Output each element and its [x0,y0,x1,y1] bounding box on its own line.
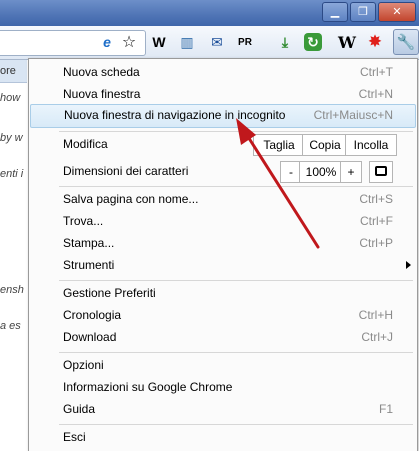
menu-item-history[interactable]: Cronologia Ctrl+H [29,304,417,326]
menu-separator [59,352,413,353]
menu-item-shortcut: Ctrl+F [360,214,393,228]
page-snippet: ensh [0,284,24,296]
menu-item-shortcut: Ctrl+T [360,65,393,79]
refresh-icon[interactable]: ↻ [304,33,322,51]
gmail-icon[interactable]: ✉ [206,31,228,53]
menu-item-label: Nuova finestra di navigazione in incogni… [64,108,286,122]
page-snippet: how [0,92,21,104]
chrome-wrench-menu: Nuova scheda Ctrl+T Nuova finestra Ctrl+… [28,58,418,451]
menu-item-shortcut: Ctrl+H [358,308,393,322]
zoom-level: 100% [299,161,343,183]
browser-toolbar: e ☆ W ▥ ✉ PR ⤓ ↻ W ✸ 🔧 [0,26,419,60]
page-snippet: a es [0,320,21,332]
menu-item-label: Stampa... [63,236,115,250]
menu-item-label: Download [63,330,117,344]
menu-item-incognito[interactable]: Nuova finestra di navigazione in incogni… [30,104,416,128]
menu-item-about[interactable]: Informazioni su Google Chrome [29,376,417,398]
menu-item-shortcut: Ctrl+P [359,236,393,250]
menu-item-new-window[interactable]: Nuova finestra Ctrl+N [29,83,417,105]
pagerank-icon[interactable]: PR [234,31,256,53]
menu-item-find[interactable]: Trova... Ctrl+F [29,210,417,232]
menu-separator [59,280,413,281]
menu-item-edit: Modifica Taglia Copia Incolla [29,133,417,156]
notes-icon[interactable]: ▥ [176,31,198,53]
paste-button[interactable]: Incolla [345,134,397,156]
menu-item-label: Nuova finestra [63,87,141,101]
menu-item-new-tab[interactable]: Nuova scheda Ctrl+T [29,61,417,83]
menu-item-zoom: Dimensioni dei caratteri - 100% + [29,160,417,183]
page-tab-label: ore [0,65,16,77]
menu-item-label: Modifica [63,137,108,151]
fullscreen-button[interactable] [369,161,393,183]
menu-separator [59,186,413,187]
menu-item-shortcut: Ctrl+N [358,87,393,101]
menu-item-exit[interactable]: Esci [29,426,417,448]
menu-item-label: Esci [63,430,86,444]
maximize-button[interactable]: ❐ [350,2,376,22]
menu-item-label: Salva pagina con nome... [63,192,199,206]
page-snippet: enti i [0,168,24,180]
minimize-button[interactable]: ▁ [322,2,348,22]
menu-item-label: Cronologia [63,308,122,322]
page-tab[interactable]: ore [0,60,27,83]
menu-item-label: Gestione Preferiti [63,286,156,300]
menu-item-label: Guida [63,402,96,416]
menu-item-bookmarks-manager[interactable]: Gestione Preferiti [29,282,417,304]
menu-item-help[interactable]: Guida F1 [29,398,417,420]
menu-item-downloads[interactable]: Download Ctrl+J [29,326,417,348]
wrench-menu-button[interactable]: 🔧 [393,29,419,55]
menu-item-label: Trova... [63,214,104,228]
submenu-arrow-icon [406,261,411,269]
menu-item-save-page[interactable]: Salva pagina con nome... Ctrl+S [29,188,417,210]
window-title-bar: ▁ ❐ ✕ [0,0,419,26]
menu-item-shortcut: F1 [378,402,393,416]
wrench-icon: 🔧 [396,34,416,51]
menu-item-shortcut: Ctrl+Maiusc+N [313,108,393,122]
menu-item-label: Strumenti [63,258,115,272]
download-icon[interactable]: ⤓ [274,31,296,53]
web-developer-icon[interactable]: W [148,31,170,53]
wikipedia-icon[interactable]: W [336,31,358,53]
menu-item-tools[interactable]: Strumenti [29,254,417,276]
menu-item-shortcut: Ctrl+S [359,192,393,206]
copy-button[interactable]: Copia [302,134,348,156]
menu-item-label: Opzioni [63,358,104,372]
ie-tab-icon[interactable]: e [96,31,118,53]
menu-item-label: Nuova scheda [63,65,140,79]
menu-item-shortcut: Ctrl+J [361,330,393,344]
menu-item-print[interactable]: Stampa... Ctrl+P [29,232,417,254]
zoom-in-button[interactable]: + [340,161,362,183]
menu-separator [59,424,413,425]
page-content [0,60,28,450]
bookmark-star-icon[interactable]: ☆ [118,31,140,53]
menu-item-label: Dimensioni dei caratteri [63,164,189,178]
burst-icon[interactable]: ✸ [364,31,386,53]
page-snippet: by w [0,132,23,144]
cut-button[interactable]: Taglia [253,134,305,156]
menu-item-label: Informazioni su Google Chrome [63,380,233,394]
menu-item-options[interactable]: Opzioni [29,354,417,376]
close-window-button[interactable]: ✕ [378,2,416,22]
menu-separator [59,131,413,132]
fullscreen-icon [375,166,387,176]
